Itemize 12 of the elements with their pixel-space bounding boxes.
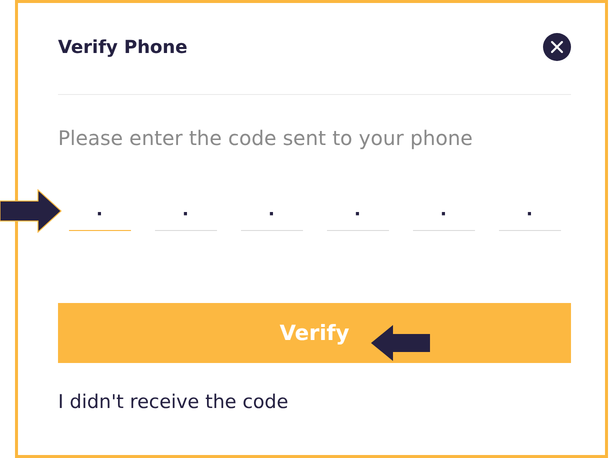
annotation-arrow xyxy=(369,324,431,362)
instruction-text: Please enter the code sent to your phone xyxy=(58,125,474,152)
code-digit-field[interactable]: · xyxy=(413,197,475,231)
code-digit-field[interactable]: · xyxy=(241,197,303,231)
code-digit-field[interactable]: · xyxy=(499,197,561,231)
code-digit-field[interactable]: · xyxy=(69,197,131,231)
resend-link[interactable]: I didn't receive the code xyxy=(58,391,288,413)
close-icon xyxy=(549,39,565,55)
close-button[interactable] xyxy=(543,33,571,61)
code-digit-field[interactable]: · xyxy=(155,197,217,231)
dialog-title: Verify Phone xyxy=(58,36,188,58)
code-digit-field[interactable]: · xyxy=(327,197,389,231)
